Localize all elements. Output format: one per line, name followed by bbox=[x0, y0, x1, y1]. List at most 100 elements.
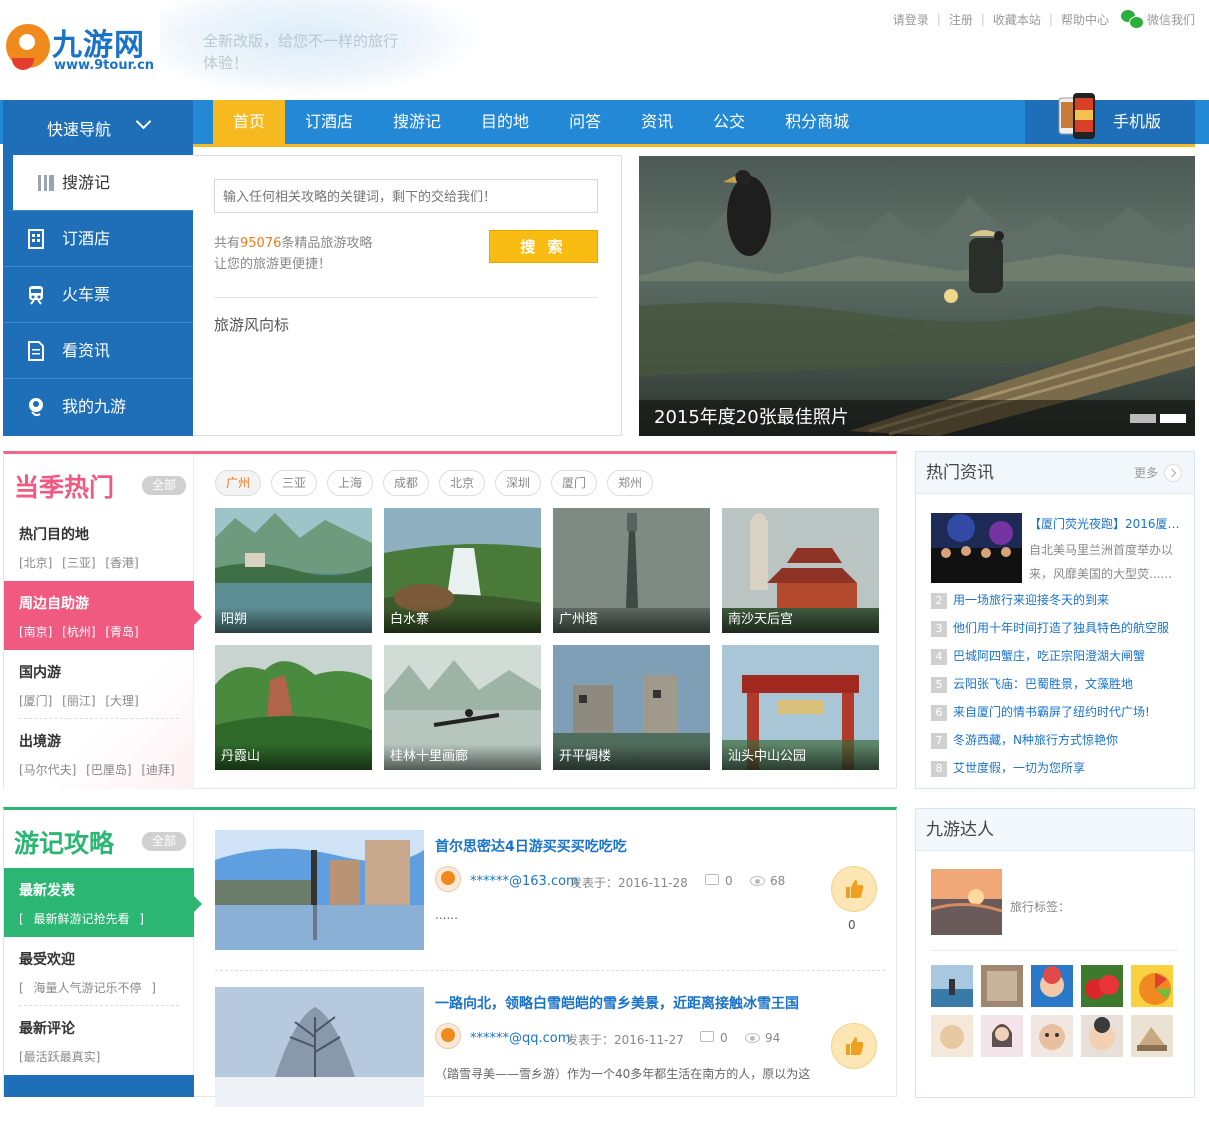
nav-item-home[interactable]: 首页 bbox=[213, 100, 286, 144]
wechat-link[interactable]: 微信我们 bbox=[1147, 11, 1195, 28]
mobile-version-button[interactable]: 手机版 bbox=[1025, 100, 1195, 144]
category-tags[interactable]: [南京] [杭州] [青岛] bbox=[19, 623, 194, 640]
news-thumbnail[interactable] bbox=[931, 513, 1022, 583]
nav-item-hotel[interactable]: 订酒店 bbox=[285, 100, 373, 144]
nav-item-bus[interactable]: 公交 bbox=[693, 100, 765, 144]
city-tab[interactable]: 北京 bbox=[439, 470, 485, 496]
place-card[interactable]: 南沙天后宫 bbox=[722, 508, 879, 633]
news-text[interactable]: 艾世度假，一切为您所享 bbox=[953, 761, 1085, 775]
carousel-dot-active[interactable] bbox=[1160, 414, 1186, 423]
search-input[interactable] bbox=[214, 179, 598, 213]
category-hot-destinations[interactable]: 热门目的地 [北京] [三亚] [香港] bbox=[4, 512, 194, 581]
help-link[interactable]: 帮助中心 bbox=[1061, 11, 1109, 28]
place-card[interactable]: 汕头中山公园 bbox=[722, 645, 879, 770]
side-item-news[interactable]: 看资讯 bbox=[3, 323, 193, 379]
carousel-dot[interactable] bbox=[1130, 414, 1156, 423]
quick-nav-button[interactable]: 快速导航 bbox=[3, 100, 193, 155]
quick-nav-label: 快速导航 bbox=[47, 119, 112, 139]
category-nearby[interactable]: 周边自助游 [南京] [杭州] [青岛] bbox=[4, 581, 202, 650]
banner-image bbox=[639, 156, 1195, 436]
wechat-icon[interactable] bbox=[1120, 10, 1144, 29]
login-link[interactable]: 请登录 bbox=[893, 11, 929, 28]
count-suffix: 条精品旅游攻略 bbox=[281, 236, 373, 251]
news-text[interactable]: 巴城阿四蟹庄，吃正宗阳澄湖大闸蟹 bbox=[953, 649, 1145, 663]
guide-photo bbox=[215, 830, 424, 950]
place-card[interactable]: 丹霞山 bbox=[215, 645, 372, 770]
city-tab[interactable]: 郑州 bbox=[607, 470, 653, 496]
bookmark-link[interactable]: 收藏本站 bbox=[993, 11, 1041, 28]
search-button[interactable]: 搜 索 bbox=[489, 230, 598, 263]
place-card[interactable]: 阳朔 bbox=[215, 508, 372, 633]
expert-thumbnail[interactable] bbox=[981, 1015, 1023, 1057]
place-card[interactable]: 开平碉楼 bbox=[553, 645, 710, 770]
guide-title[interactable]: 首尔思密达4日游买买买吃吃吃 bbox=[435, 836, 627, 856]
expert-thumbnail[interactable] bbox=[931, 1015, 973, 1057]
side-item-my-account[interactable]: 我的九游 bbox=[3, 379, 193, 435]
expert-thumbnail[interactable] bbox=[1131, 965, 1173, 1007]
place-card[interactable]: 广州塔 bbox=[553, 508, 710, 633]
news-text[interactable]: 冬游西藏，N种旅行方式惊艳你 bbox=[953, 733, 1118, 747]
guide-author[interactable]: ******@163.com bbox=[470, 874, 579, 889]
city-tab[interactable]: 深圳 bbox=[495, 470, 541, 496]
city-tab[interactable]: 广州 bbox=[215, 470, 261, 496]
expert-thumbnail[interactable] bbox=[1081, 1015, 1123, 1057]
category-latest[interactable]: 最新发表 [ 最新鲜游记抢先看 ] bbox=[4, 868, 202, 937]
side-item-train[interactable]: 火车票 bbox=[3, 267, 193, 323]
place-card[interactable]: 桂林十里画廊 bbox=[384, 645, 541, 770]
city-tab[interactable]: 上海 bbox=[327, 470, 373, 496]
category-tags[interactable]: [厦门] [丽江] [大理] bbox=[19, 692, 194, 709]
user-avatar[interactable] bbox=[435, 866, 461, 892]
expert-thumbnail[interactable] bbox=[1081, 965, 1123, 1007]
news-text[interactable]: 来自厦门的情书霸屏了纽约时代广场! bbox=[953, 705, 1150, 719]
news-item[interactable]: 2 用一场旅行来迎接冬天的到来 bbox=[931, 591, 1109, 609]
nav-item-points-mall[interactable]: 积分商城 bbox=[765, 100, 869, 144]
news-item[interactable]: 8 艾世度假，一切为您所享 bbox=[931, 759, 1085, 777]
news-item[interactable]: 5 云阳张飞庙：巴蜀胜景，文藻胜地 bbox=[931, 675, 1133, 693]
nav-item-qa[interactable]: 问答 bbox=[549, 100, 621, 144]
expert-thumbnail[interactable] bbox=[1131, 1015, 1173, 1057]
register-link[interactable]: 注册 bbox=[949, 11, 973, 28]
news-text[interactable]: 云阳张飞庙：巴蜀胜景，文藻胜地 bbox=[953, 677, 1133, 691]
user-avatar[interactable] bbox=[435, 1023, 461, 1049]
news-item[interactable]: 7 冬游西藏，N种旅行方式惊艳你 bbox=[931, 731, 1118, 749]
more-link[interactable]: 更多 bbox=[1134, 464, 1182, 482]
all-button[interactable]: 全部 bbox=[142, 476, 186, 495]
city-tab[interactable]: 厦门 bbox=[551, 470, 597, 496]
expert-thumbnail[interactable] bbox=[1031, 1015, 1073, 1057]
like-button[interactable] bbox=[831, 1023, 877, 1069]
guide-thumbnail[interactable] bbox=[215, 987, 424, 1107]
category-latest-comments[interactable]: 最新评论 [最活跃最真实] bbox=[4, 1006, 194, 1075]
banner-slideshow[interactable]: 2015年度20张最佳照片 bbox=[639, 156, 1195, 436]
place-card[interactable]: 白水寨 bbox=[384, 508, 541, 633]
nav-item-news[interactable]: 资讯 bbox=[621, 100, 693, 144]
guide-thumbnail[interactable] bbox=[215, 830, 424, 950]
category-popular[interactable]: 最受欢迎 [ 海量人气游记乐不停 ] bbox=[4, 937, 194, 1006]
side-item-hotel[interactable]: 订酒店 bbox=[3, 211, 193, 267]
news-headline[interactable]: 【厦门荧光夜跑】2016厦门荧光夜跑 bbox=[1029, 515, 1184, 532]
news-item[interactable]: 3 他们用十年时间打造了独具特色的航空服 bbox=[931, 619, 1169, 637]
city-tab[interactable]: 三亚 bbox=[271, 470, 317, 496]
category-domestic[interactable]: 国内游 [厦门] [丽江] [大理] bbox=[4, 650, 194, 719]
guide-title[interactable]: 一路向北，领略白雪皑皑的雪乡美景，近距离接触冰雪王国 bbox=[435, 993, 799, 1013]
category-tags[interactable]: [北京] [三亚] [香港] bbox=[19, 554, 194, 571]
category-outbound[interactable]: 出境游 [马尔代夫] [巴厘岛] [迪拜] bbox=[4, 719, 194, 788]
expert-avatar[interactable] bbox=[931, 869, 1002, 935]
section-title: 游记攻略 bbox=[14, 829, 115, 858]
news-text[interactable]: 用一场旅行来迎接冬天的到来 bbox=[953, 593, 1109, 607]
expert-thumbnail[interactable] bbox=[981, 965, 1023, 1007]
news-text[interactable]: 他们用十年时间打造了独具特色的航空服 bbox=[953, 621, 1169, 635]
expert-thumbnail[interactable] bbox=[1031, 965, 1073, 1007]
nav-item-destination[interactable]: 目的地 bbox=[461, 100, 549, 144]
site-logo[interactable]: 九游网 www.9tour.cn bbox=[6, 20, 176, 80]
category-tags[interactable]: [马尔代夫] [巴厘岛] [迪拜] bbox=[19, 761, 194, 778]
city-tab[interactable]: 成都 bbox=[383, 470, 429, 496]
divider: | bbox=[936, 12, 941, 26]
like-button[interactable] bbox=[831, 866, 877, 912]
news-item[interactable]: 6 来自厦门的情书霸屏了纽约时代广场! bbox=[931, 703, 1150, 721]
expert-thumbnail[interactable] bbox=[931, 965, 973, 1007]
nav-item-travelogue[interactable]: 搜游记 bbox=[373, 100, 461, 144]
all-button[interactable]: 全部 bbox=[142, 832, 186, 851]
guide-author[interactable]: ******@qq.com bbox=[470, 1031, 570, 1046]
side-item-travelogue[interactable]: 搜游记 bbox=[3, 155, 193, 211]
news-item[interactable]: 4 巴城阿四蟹庄，吃正宗阳澄湖大闸蟹 bbox=[931, 647, 1145, 665]
